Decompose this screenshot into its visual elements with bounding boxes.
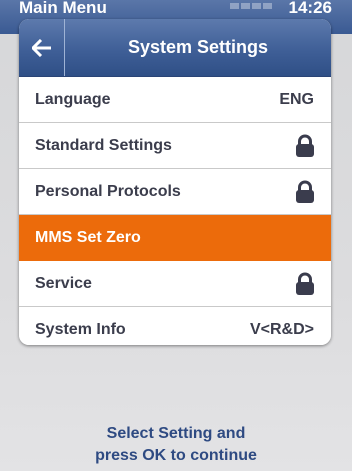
status-time: 14:26: [288, 0, 332, 17]
menu-item-label: System Info: [35, 321, 126, 338]
menu-item-label: Personal Protocols: [35, 183, 181, 200]
menu-item-label: Standard Settings: [35, 137, 172, 154]
menu-item-label: Service: [35, 275, 92, 292]
arrow-left-icon: [31, 38, 51, 57]
status-title: Main Menu: [19, 0, 107, 17]
menu-item-service[interactable]: Service: [19, 261, 331, 307]
instruction-line-1: Select Setting and: [106, 425, 246, 442]
lock-icon: [295, 272, 315, 296]
menu-item-value: V<R&D>: [249, 321, 314, 338]
lock-icon: [295, 134, 315, 158]
menu-item-language[interactable]: Language ENG: [19, 77, 331, 123]
menu-item-personal-protocols[interactable]: Personal Protocols: [19, 169, 331, 215]
page-title: System Settings: [127, 37, 269, 57]
menu-item-system-info[interactable]: System Info V<R&D>: [19, 307, 331, 345]
menu-item-value: ENG: [279, 91, 314, 108]
menu-item-mms-set-zero[interactable]: MMS Set Zero: [19, 215, 331, 261]
lock-icon: [295, 180, 315, 204]
screen: Main Menu 14:26 System Settings Language…: [0, 0, 352, 471]
menu-item-label: Language: [35, 91, 111, 108]
menu-item-standard-settings[interactable]: Standard Settings: [19, 123, 331, 169]
menu-item-label: MMS Set Zero: [35, 229, 141, 246]
back-button[interactable]: [19, 19, 65, 76]
settings-menu: Language ENG Standard Settings Personal …: [19, 77, 331, 345]
instruction-text: Select Setting and press OK to continue: [0, 423, 352, 467]
instruction-line-2: press OK to continue: [95, 447, 257, 464]
signal-icon: [230, 3, 274, 13]
settings-dialog: System Settings Language ENG Standard Se…: [19, 19, 331, 345]
dialog-header: System Settings: [19, 19, 331, 77]
